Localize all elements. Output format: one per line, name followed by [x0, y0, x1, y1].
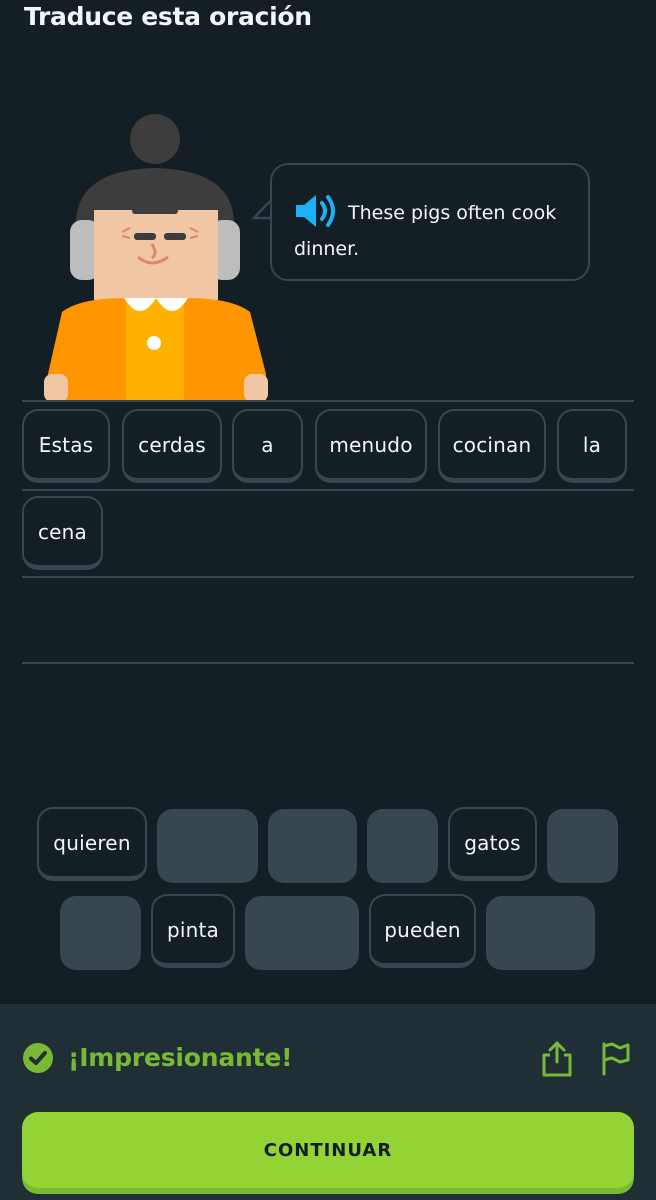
answer-tile[interactable]: cocinan [438, 409, 546, 483]
word-bank-empty-slot [268, 809, 357, 883]
word-bank-empty-slot [60, 896, 141, 970]
word-bank-empty-slot [486, 896, 595, 970]
feedback-message: ¡Impresionante! [68, 1043, 293, 1072]
answer-tile[interactable]: la [557, 409, 627, 483]
answer-tile[interactable]: menudo [315, 409, 427, 483]
word-bank-empty-slot [367, 809, 438, 883]
answer-line-4 [22, 662, 634, 664]
answer-line-3 [22, 576, 634, 578]
answer-tile[interactable]: cena [22, 496, 103, 570]
character-avatar [44, 114, 268, 402]
answer-line-2 [22, 489, 634, 491]
page-title: Traduce esta oración [24, 2, 312, 31]
check-circle-icon [23, 1043, 53, 1073]
speech-bubble: These pigs often cook dinner. [270, 163, 590, 281]
word-bank-empty-slot [547, 809, 618, 883]
share-icon[interactable] [540, 1040, 574, 1078]
flag-icon[interactable] [598, 1040, 632, 1076]
word-bank-tile[interactable]: pueden [369, 894, 476, 968]
answer-tile[interactable]: cerdas [122, 409, 222, 483]
continue-button[interactable]: CONTINUAR [22, 1112, 634, 1188]
answer-tile[interactable]: a [232, 409, 303, 483]
word-bank-tile[interactable]: gatos [448, 807, 537, 881]
word-bank-tile[interactable]: quieren [37, 807, 147, 881]
word-bank-tile[interactable]: pinta [151, 894, 235, 968]
speaker-icon[interactable] [294, 193, 340, 229]
word-bank-empty-slot [245, 896, 359, 970]
word-bank-empty-slot [157, 809, 258, 883]
answer-line-1 [22, 400, 634, 402]
answer-tile[interactable]: Estas [22, 409, 110, 483]
